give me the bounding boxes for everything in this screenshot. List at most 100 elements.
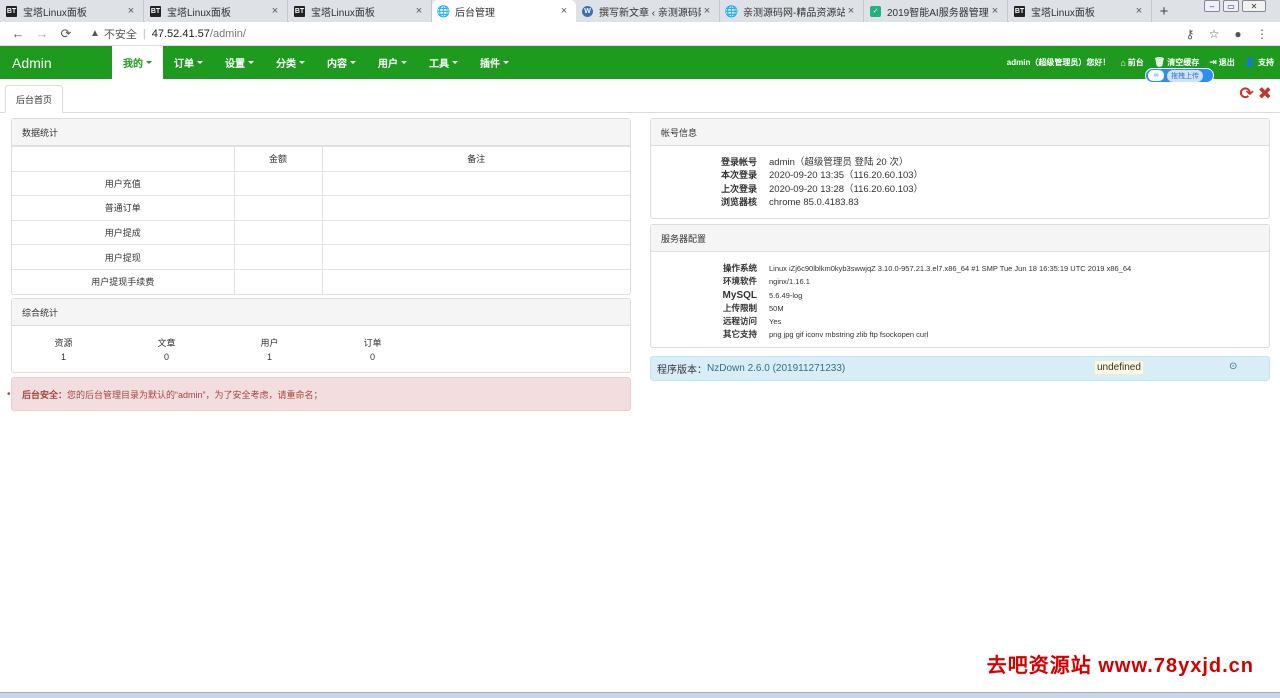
user-greeting[interactable]: admin（超级管理员）您好！ (1007, 57, 1111, 68)
info-key: 环境软件 (722, 276, 757, 287)
browser-tab-title: 宝塔Linux面板 (1031, 7, 1095, 19)
server-panel: 服务器配置 操作系统 Linux iZj6c90lblkm0kyb3swwjqZ … (650, 224, 1270, 348)
close-icon[interactable]: × (1133, 5, 1145, 17)
menu-item[interactable]: 订单 (163, 46, 214, 79)
browser-tab[interactable]: BT 宝塔Linux面板 × (288, 0, 432, 22)
close-icon[interactable]: × (845, 5, 857, 17)
table-cell-amount (233, 244, 323, 270)
support-link[interactable]: 👤 支持 (1245, 57, 1274, 68)
close-icon[interactable]: × (269, 5, 281, 17)
user-icon: 👤 (1244, 57, 1256, 67)
trash-icon: 🗑 (1153, 57, 1166, 67)
menu-item[interactable]: 分类 (265, 46, 316, 79)
table-row: 用户提成 (12, 219, 630, 246)
menu-item-label: 我的 (123, 59, 143, 70)
table-cell-label: 用户提现手续费 (12, 268, 235, 295)
table-cell-note (321, 195, 630, 221)
refresh-icon[interactable]: ⟳ (1240, 85, 1254, 102)
browser-menu-icon[interactable]: ⋮ (1250, 27, 1274, 41)
menu-item[interactable]: 用户 (367, 46, 418, 79)
info-key: 操作系统 (722, 263, 757, 273)
page-tab-strip: 后台首页 ⟳ ✖ (0, 79, 1280, 113)
summary-label: 订单 (363, 338, 382, 348)
browser-tab[interactable]: 🌐 后台管理 × (432, 0, 576, 22)
bookmark-star-icon[interactable]: ☆ (1202, 27, 1226, 41)
info-value: nginx/1.16.1 (769, 277, 810, 287)
close-icon[interactable]: × (701, 5, 713, 17)
favicon-icon: BT (150, 5, 161, 17)
table-row: 用户充值 (12, 170, 630, 197)
close-icon[interactable]: × (558, 5, 570, 17)
address-bar: ← → ⟳ ▲ 不安全 | 47.52.41.57/admin/ ⚷ ☆ ● ⋮ (0, 22, 1280, 46)
browser-tab[interactable]: BT 宝塔Linux面板 × (1008, 0, 1152, 22)
data-stats-title: 数据统计 (12, 119, 630, 146)
close-icon[interactable]: × (989, 5, 1001, 17)
version-extra: undefined (1095, 361, 1143, 374)
browser-tab[interactable]: W 撰写新文章 ‹ 亲测源码网 —× (576, 0, 720, 22)
menu-item[interactable]: 设置 (214, 46, 265, 79)
back-button[interactable]: ← (6, 26, 30, 41)
info-key: MySQL (722, 289, 757, 301)
menu-item[interactable]: 内容 (316, 46, 367, 79)
reload-button[interactable]: ⟳ (54, 26, 78, 42)
menu-item[interactable]: 我的 (112, 46, 163, 79)
maximize-button[interactable]: ▭ (1223, 0, 1239, 12)
summary-panel: 综合统计 资源 1 文章 0 用户 1 订单 0 (11, 298, 631, 373)
summary-label: 资源 (54, 338, 73, 348)
frontend-link[interactable]: ⌂ 前台 (1120, 57, 1143, 68)
info-value: 50M (769, 303, 784, 313)
clock-icon[interactable]: ⊙ (1229, 361, 1237, 372)
info-row: MySQL 5.6.49-log (651, 289, 1269, 302)
table-cell-amount (233, 195, 323, 221)
warning-icon: ▲ (90, 28, 100, 39)
info-value: png jpg gif iconv mbstring zlib ftp fsoc… (769, 330, 929, 340)
table-cell-label: 用户充值 (12, 170, 235, 197)
menu-item[interactable]: 插件 (469, 46, 520, 79)
brand-logo[interactable]: Admin (0, 55, 112, 71)
info-key: 其它支持 (722, 329, 757, 340)
version-bar: 程序版本： NzDown 2.6.0 (201911271233) undefin… (650, 356, 1270, 381)
info-row: 环境软件 nginx/1.16.1 (651, 275, 1269, 288)
close-tab-icon[interactable]: ✖ (1258, 85, 1272, 102)
watermark: 去吧资源站 www.78yxjd.cn (986, 655, 1254, 677)
info-key: 本次登录 (720, 170, 757, 181)
browser-tab-bar: BT 宝塔Linux面板 × BT 宝塔Linux面板 × BT 宝塔Linux面板 × 🌐 后台管… (0, 0, 1280, 22)
menu-item[interactable]: 工具 (418, 46, 469, 79)
info-key: 上次登录 (720, 183, 757, 194)
browser-tab[interactable]: BT 宝塔Linux面板 × (0, 0, 144, 22)
close-window-button[interactable]: ✕ (1242, 0, 1266, 12)
close-icon[interactable]: × (413, 5, 425, 17)
window-controls: ‒ ▭ ✕ (1201, 0, 1266, 12)
summary-grid: 资源 1 文章 0 用户 1 订单 0 (12, 326, 630, 364)
logout-link[interactable]: ⇥ 退出 (1209, 57, 1235, 68)
account-panel: 帐号信息 登录帐号 admin（超级管理员 登陆 20 次） 本次登录 2020-09… (650, 118, 1270, 219)
menu-item-label: 分类 (276, 59, 296, 70)
forward-button[interactable]: → (30, 26, 54, 41)
caret-down-icon (197, 61, 203, 64)
browser-tab-title: 宝塔Linux面板 (167, 7, 231, 19)
profile-icon[interactable]: ● (1226, 27, 1250, 41)
table-cell-amount (233, 219, 323, 246)
info-key: 浏览器核 (720, 196, 757, 207)
url-host: 47.52.41.57 (151, 27, 210, 40)
summary-item: 订单 0 (321, 336, 424, 364)
clear-cache-link[interactable]: 🗑 清空缓存 (1154, 57, 1199, 68)
browser-tab[interactable]: BT 宝塔Linux面板 × (144, 0, 288, 22)
favicon-icon: BT (6, 5, 17, 17)
browser-tab-title: 宝塔Linux面板 (311, 7, 375, 19)
browser-tab[interactable]: 🌐 亲测源码网-精品资源站长网× (720, 0, 864, 22)
table-header-row: 金额 备注 (12, 146, 630, 172)
new-tab-button[interactable]: + (1152, 0, 1176, 22)
version-label: 程序版本： (657, 365, 707, 376)
close-icon[interactable]: × (125, 5, 137, 17)
browser-tab[interactable]: ✓ 2019智能AI服务器管理系统× (864, 0, 1008, 22)
info-value: 5.6.49-log (769, 290, 803, 300)
url-input[interactable]: ▲ 不安全 | 47.52.41.57/admin/ (84, 24, 1178, 44)
caret-down-icon (503, 61, 509, 64)
info-key: 远程访问 (722, 316, 757, 327)
tab-dashboard[interactable]: 后台首页 (5, 85, 64, 113)
minimize-button[interactable]: ‒ (1204, 0, 1220, 12)
key-icon[interactable]: ⚷ (1178, 27, 1202, 41)
summary-item: 资源 1 (12, 336, 115, 364)
menu-item-label: 设置 (225, 59, 245, 70)
